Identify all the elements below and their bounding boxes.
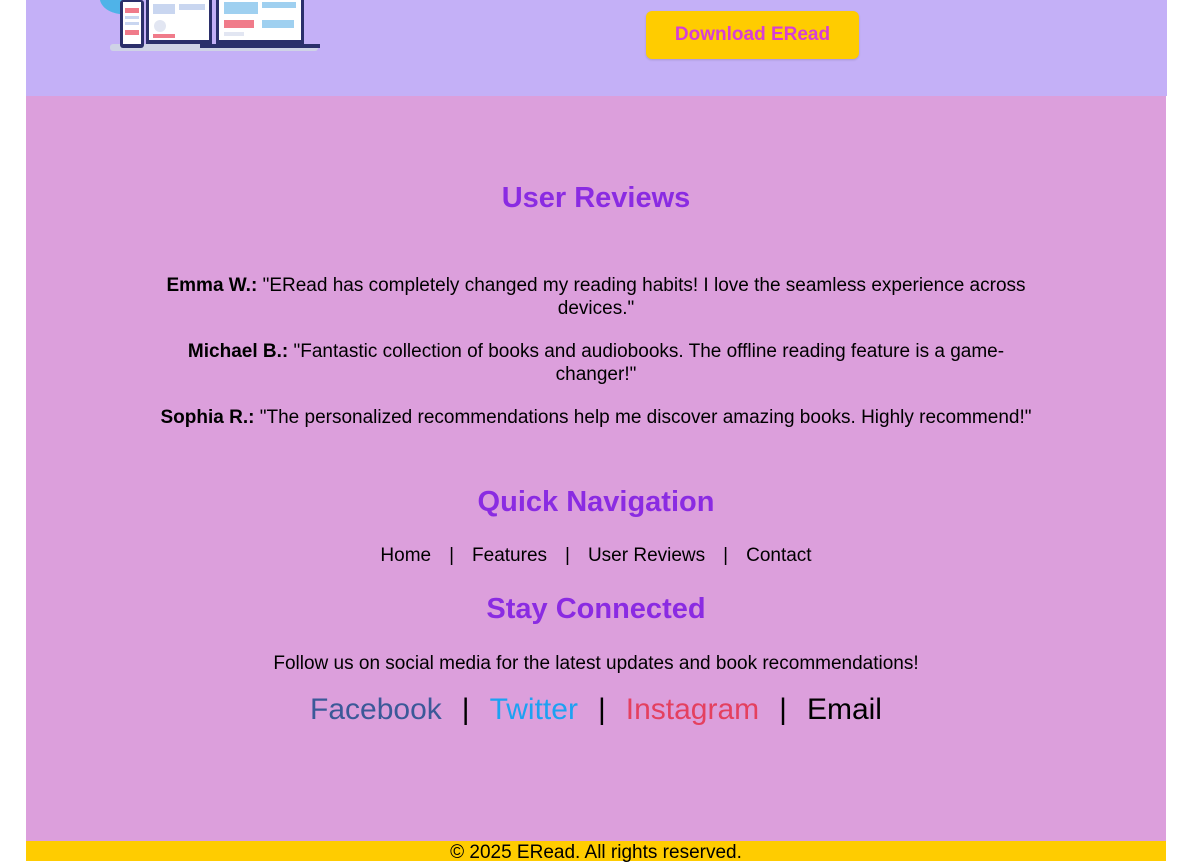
facebook-link[interactable]: Facebook xyxy=(310,693,442,726)
twitter-link[interactable]: Twitter xyxy=(490,693,578,726)
nav-separator: | xyxy=(723,545,729,566)
instagram-link[interactable]: Instagram xyxy=(626,693,759,726)
nav-link-features[interactable]: Features xyxy=(472,545,547,566)
review-item: Michael B.: "Fantastic collection of boo… xyxy=(26,340,1166,386)
footer: © 2025 ERead. All rights reserved. xyxy=(26,841,1166,863)
social-separator: | xyxy=(779,693,787,726)
review-author: Emma W.: xyxy=(166,275,258,296)
user-reviews-heading: User Reviews xyxy=(501,182,691,214)
hero-section: Download ERead xyxy=(26,0,1167,96)
nav-separator: | xyxy=(565,545,570,566)
stay-connected-heading: Stay Connected xyxy=(486,593,706,625)
review-text: "Fantastic collection of books and audio… xyxy=(293,341,1005,385)
quick-navigation-links: Home | Features | User Reviews | Contact xyxy=(26,545,1166,567)
nav-link-contact[interactable]: Contact xyxy=(746,545,811,566)
review-item: Emma W.: "ERead has completely changed m… xyxy=(26,274,1166,320)
follow-text: Follow us on social media for the latest… xyxy=(273,653,919,674)
devices-illustration-icon xyxy=(100,0,320,51)
review-item: Sophia R.: "The personalized recommendat… xyxy=(26,406,1166,429)
main-content: User Reviews Emma W.: "ERead has complet… xyxy=(26,96,1166,841)
nav-link-user-reviews[interactable]: User Reviews xyxy=(588,545,705,566)
quick-navigation-heading: Quick Navigation xyxy=(477,486,715,518)
social-separator: | xyxy=(597,693,606,726)
nav-link-home[interactable]: Home xyxy=(380,545,431,566)
review-author: Sophia R.: xyxy=(160,407,255,428)
download-button[interactable]: Download ERead xyxy=(646,11,859,59)
review-text: "The personalized recommendations help m… xyxy=(259,407,1032,428)
review-text: "ERead has completely changed my reading… xyxy=(262,275,1026,319)
nav-separator: | xyxy=(449,545,455,566)
review-author: Michael B.: xyxy=(187,341,289,362)
social-links: Facebook | Twitter | Instagram | Email xyxy=(26,693,1166,727)
email-link[interactable]: Email xyxy=(807,693,882,726)
copyright-text: © 2025 ERead. All rights reserved. xyxy=(450,842,742,863)
social-separator: | xyxy=(461,693,470,726)
